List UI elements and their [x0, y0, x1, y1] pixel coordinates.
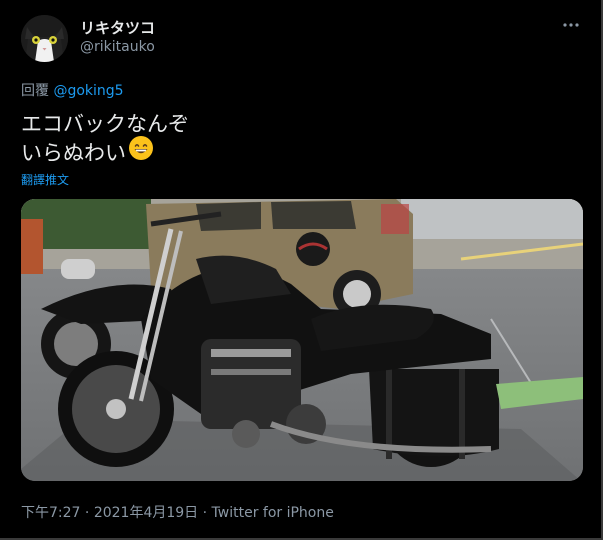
separator-dot: · [80, 505, 94, 521]
user-handle[interactable]: @rikitauko [80, 39, 155, 55]
tweet-date[interactable]: 2021年4月19日 [94, 505, 198, 521]
tweet-source-link[interactable]: Twitter for iPhone [212, 505, 334, 521]
reply-mention-link[interactable]: @goking5 [53, 83, 123, 99]
grinning-face-emoji-icon [128, 135, 154, 169]
tweet-text: エコバックなんぞ いらぬわい [21, 110, 189, 169]
more-dots-icon [563, 23, 579, 27]
reply-prefix: 回覆 [21, 83, 49, 99]
translate-tweet-link[interactable]: 翻譯推文 [21, 171, 69, 188]
avatar[interactable] [21, 15, 68, 62]
tweet-detail: リキタツコ @rikitauko 回覆 @goking5 エコバックなんぞ いら… [0, 0, 603, 540]
reply-context: 回覆 @goking5 [21, 80, 124, 100]
motorcycle-photo [21, 199, 583, 481]
tweet-photo[interactable] [21, 199, 583, 481]
tweet-metadata: 下午7:27 · 2021年4月19日 · Twitter for iPhone [21, 502, 334, 522]
tweet-text-line-2: いらぬわい [21, 136, 189, 169]
tweet-text-line-2-text: いらぬわい [21, 141, 126, 165]
separator-dot: · [198, 505, 212, 521]
tweet-text-line-1: エコバックなんぞ [21, 112, 189, 136]
more-options-button[interactable] [559, 15, 583, 35]
display-name[interactable]: リキタツコ [80, 17, 155, 38]
cat-avatar-icon [21, 15, 68, 62]
tweet-time[interactable]: 下午7:27 [21, 505, 80, 521]
